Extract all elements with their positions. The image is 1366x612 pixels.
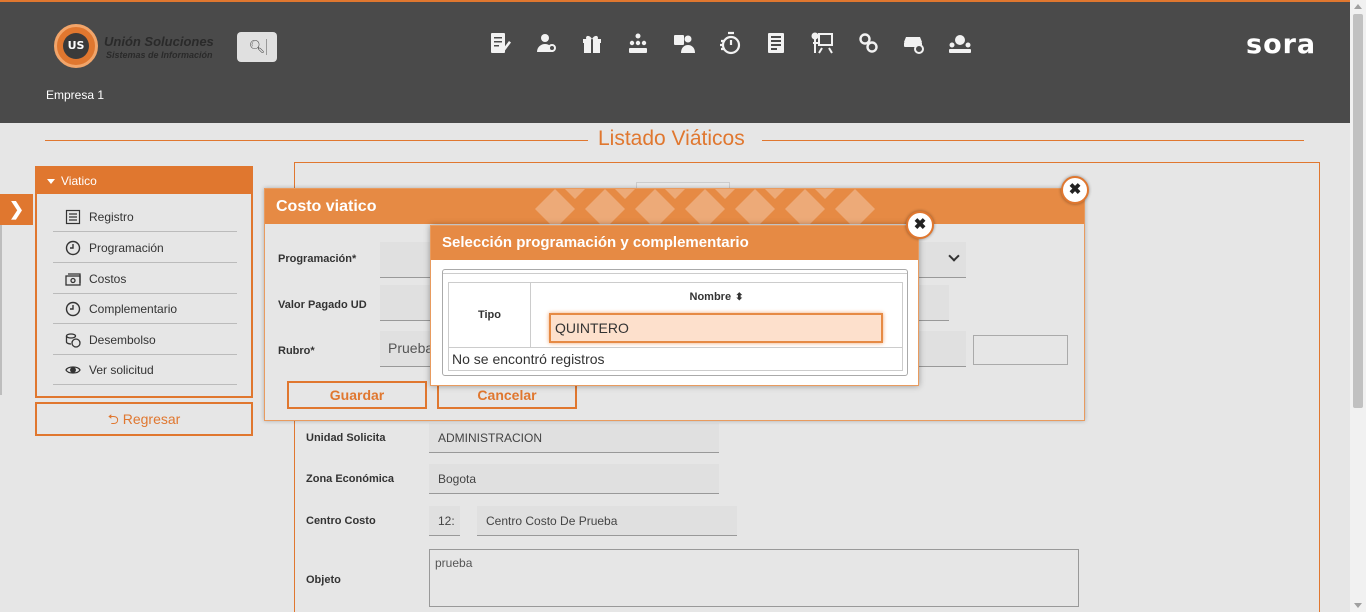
page-title: Listado Viáticos bbox=[598, 127, 745, 150]
scroll-down-arrow[interactable] bbox=[1354, 603, 1362, 608]
rubro-extra-field[interactable] bbox=[973, 335, 1068, 365]
presentation-board-icon[interactable] bbox=[808, 28, 836, 58]
clock-icon bbox=[65, 301, 81, 316]
module-toolbar bbox=[486, 28, 974, 58]
user-settings-icon[interactable] bbox=[532, 28, 560, 58]
dialog-title: Costo viatico bbox=[276, 198, 377, 215]
sidebar-header[interactable]: Viatico bbox=[37, 168, 251, 194]
title-divider-left bbox=[45, 140, 588, 141]
sidebar-item-label: Complementario bbox=[89, 301, 178, 316]
close-icon: ✖ bbox=[1068, 181, 1082, 198]
logo-badge: US bbox=[54, 24, 98, 68]
save-button[interactable]: Guardar bbox=[287, 381, 427, 409]
dialog-header[interactable]: Selección programación y complementario bbox=[431, 226, 918, 260]
back-icon: ⮌ bbox=[107, 411, 119, 427]
logo-subtitle: Sistemas de Información bbox=[106, 50, 213, 60]
chevron-right-icon: ❯ bbox=[8, 199, 25, 219]
close-icon: ✖ bbox=[913, 216, 927, 233]
sidebar-item-complementario[interactable]: Complementario bbox=[53, 294, 237, 324]
sidebar-item-costos[interactable]: Costos bbox=[53, 264, 237, 294]
support-group-icon[interactable] bbox=[946, 28, 974, 58]
sidebar-menu: Viatico Registro Programación Costos Com… bbox=[35, 166, 253, 398]
programacion-label: Programación* bbox=[278, 253, 357, 265]
sort-icon: ⬍ bbox=[735, 292, 744, 303]
stopwatch-icon[interactable] bbox=[716, 28, 744, 58]
column-header-nombre: Nombre ⬍ QUINTERO bbox=[531, 283, 902, 347]
team-hierarchy-icon[interactable] bbox=[624, 28, 652, 58]
seleccion-dialog: Selección programación y complementario … bbox=[430, 225, 919, 386]
list-icon bbox=[65, 209, 81, 224]
sidebar-item-label: Programación bbox=[89, 240, 164, 255]
empty-message: No se encontró registros bbox=[449, 347, 902, 370]
sora-brand: sora bbox=[1246, 29, 1317, 60]
search-button[interactable]: 🔍︎ bbox=[237, 32, 277, 62]
sidebar-item-label: Ver solicitud bbox=[89, 362, 154, 377]
sidebar-item-label: Registro bbox=[89, 209, 134, 224]
money-icon bbox=[65, 272, 81, 286]
scroll-thumb[interactable] bbox=[1353, 14, 1363, 408]
column-header-nombre-label[interactable]: Nombre ⬍ bbox=[531, 291, 902, 303]
id-user-icon[interactable] bbox=[670, 28, 698, 58]
caret-down-icon bbox=[47, 179, 55, 185]
sidebar-item-registro[interactable]: Registro bbox=[53, 202, 237, 232]
logo-name: Unión Soluciones bbox=[104, 34, 214, 49]
column-header-tipo[interactable]: Tipo bbox=[449, 283, 531, 347]
centro-costo-field[interactable]: Centro Costo De Prueba bbox=[477, 506, 737, 536]
car-settings-icon[interactable] bbox=[900, 28, 928, 58]
back-button[interactable]: ⮌ Regresar bbox=[35, 402, 253, 436]
gift-icon[interactable] bbox=[578, 28, 606, 58]
sidebar-item-desembolso[interactable]: Desembolso bbox=[53, 325, 237, 355]
sidebar-item-label: Desembolso bbox=[89, 332, 156, 347]
dialog-header[interactable]: Costo viatico bbox=[265, 189, 1084, 224]
sidebar-item-label: Costos bbox=[89, 271, 127, 286]
centro-costo-label: Centro Costo bbox=[306, 515, 376, 527]
scroll-up-arrow[interactable] bbox=[1354, 4, 1362, 9]
eye-icon bbox=[65, 365, 81, 374]
valor-pagado-label: Valor Pagado UD bbox=[278, 299, 367, 311]
clock-icon bbox=[65, 240, 81, 255]
dialog-title: Selección programación y complementario bbox=[442, 234, 749, 251]
header-pattern bbox=[535, 189, 875, 224]
coins-icon bbox=[65, 332, 81, 348]
company-name: Empresa 1 bbox=[46, 88, 105, 102]
zona-label: Zona Económica bbox=[306, 473, 395, 485]
gears-icon[interactable] bbox=[854, 28, 882, 58]
title-divider-right bbox=[762, 140, 1304, 141]
records-table: Tipo Nombre ⬍ QUINTERO No se encontró reg… bbox=[448, 282, 903, 371]
page-scrollbar[interactable] bbox=[1350, 0, 1366, 612]
nombre-filter-input[interactable]: QUINTERO bbox=[549, 313, 883, 343]
sidebar-toggle-button[interactable]: ❯ bbox=[0, 194, 33, 225]
objeto-textarea[interactable]: prueba bbox=[429, 549, 1079, 607]
objeto-label: Objeto bbox=[306, 574, 341, 586]
centro-costo-code-field[interactable]: 12: bbox=[429, 506, 460, 536]
app-header: US Unión Soluciones Sistemas de Informac… bbox=[0, 2, 1350, 123]
unidad-label: Unidad Solicita bbox=[306, 432, 386, 444]
search-icon: 🔍︎ bbox=[248, 39, 266, 54]
report-list-icon[interactable] bbox=[762, 28, 790, 58]
close-costo-dialog-button[interactable]: ✖ bbox=[1061, 176, 1089, 204]
sidebar-item-ver-solicitud[interactable]: Ver solicitud bbox=[53, 355, 237, 385]
unidad-field[interactable]: ADMINISTRACION bbox=[429, 423, 719, 453]
zona-field[interactable]: Bogota bbox=[429, 464, 719, 494]
rubro-label: Rubro* bbox=[278, 345, 315, 357]
document-edit-icon[interactable] bbox=[486, 28, 514, 58]
company-logo[interactable]: US Unión Soluciones Sistemas de Informac… bbox=[54, 24, 224, 68]
sidebar-item-programacion[interactable]: Programación bbox=[53, 233, 237, 263]
close-seleccion-dialog-button[interactable]: ✖ bbox=[906, 211, 934, 239]
records-grid: Tipo Nombre ⬍ QUINTERO No se encontró reg… bbox=[442, 269, 908, 376]
